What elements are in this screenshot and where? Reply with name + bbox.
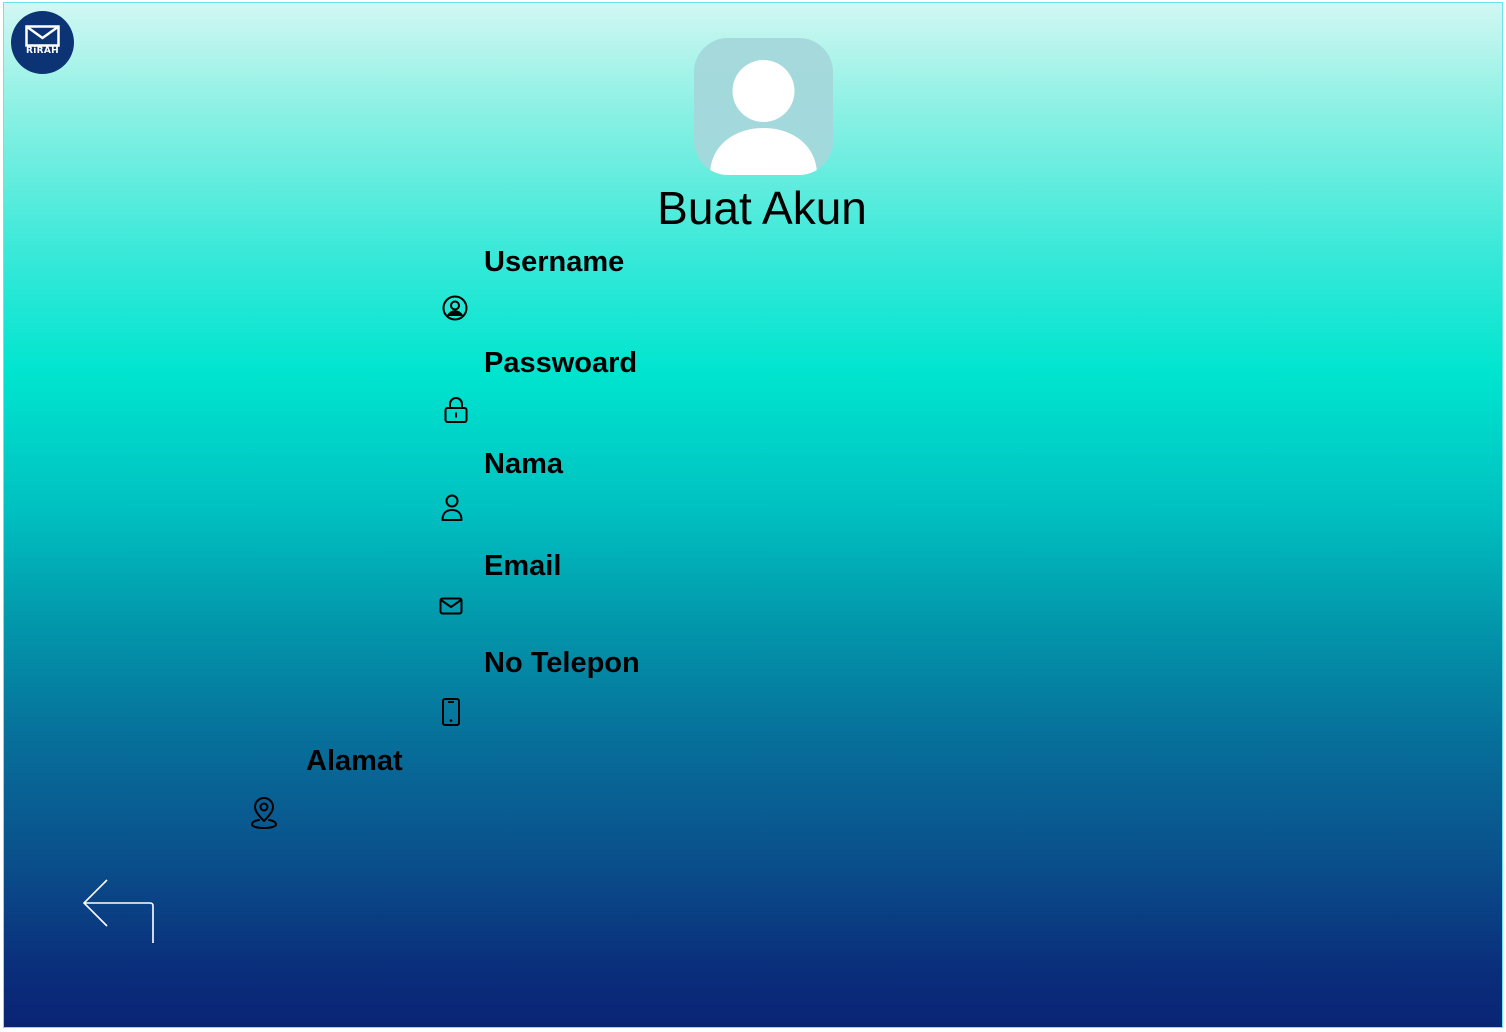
name-input[interactable] [484, 495, 844, 527]
person-icon [439, 493, 465, 523]
email-input[interactable] [484, 592, 844, 624]
phone-input[interactable] [484, 697, 844, 729]
address-label: Alamat [306, 745, 403, 777]
username-input[interactable] [484, 293, 844, 325]
back-arrow-icon [82, 879, 154, 943]
user-circle-icon [441, 294, 469, 322]
profile-avatar[interactable] [694, 38, 833, 175]
phone-label: No Telepon [484, 647, 640, 679]
user-avatar-icon [710, 60, 817, 175]
map-pin-icon [249, 796, 279, 830]
email-label: Email [484, 550, 562, 582]
page-title: Buat Akun [657, 182, 867, 234]
logo-text: RiRAH [26, 46, 59, 56]
app-logo[interactable]: RiRAH [11, 11, 74, 74]
name-label: Nama [484, 448, 563, 480]
lock-icon [442, 395, 470, 425]
mail-icon [438, 595, 464, 617]
address-input[interactable] [306, 798, 666, 830]
username-label: Username [484, 246, 625, 278]
smartphone-icon [439, 697, 463, 727]
password-label: Passwoard [484, 347, 638, 379]
back-button[interactable] [80, 879, 156, 945]
envelope-icon [25, 25, 60, 47]
password-input[interactable] [484, 395, 844, 427]
signup-screen: RiRAH Buat Akun Username Passwoard Nama [3, 2, 1503, 1028]
